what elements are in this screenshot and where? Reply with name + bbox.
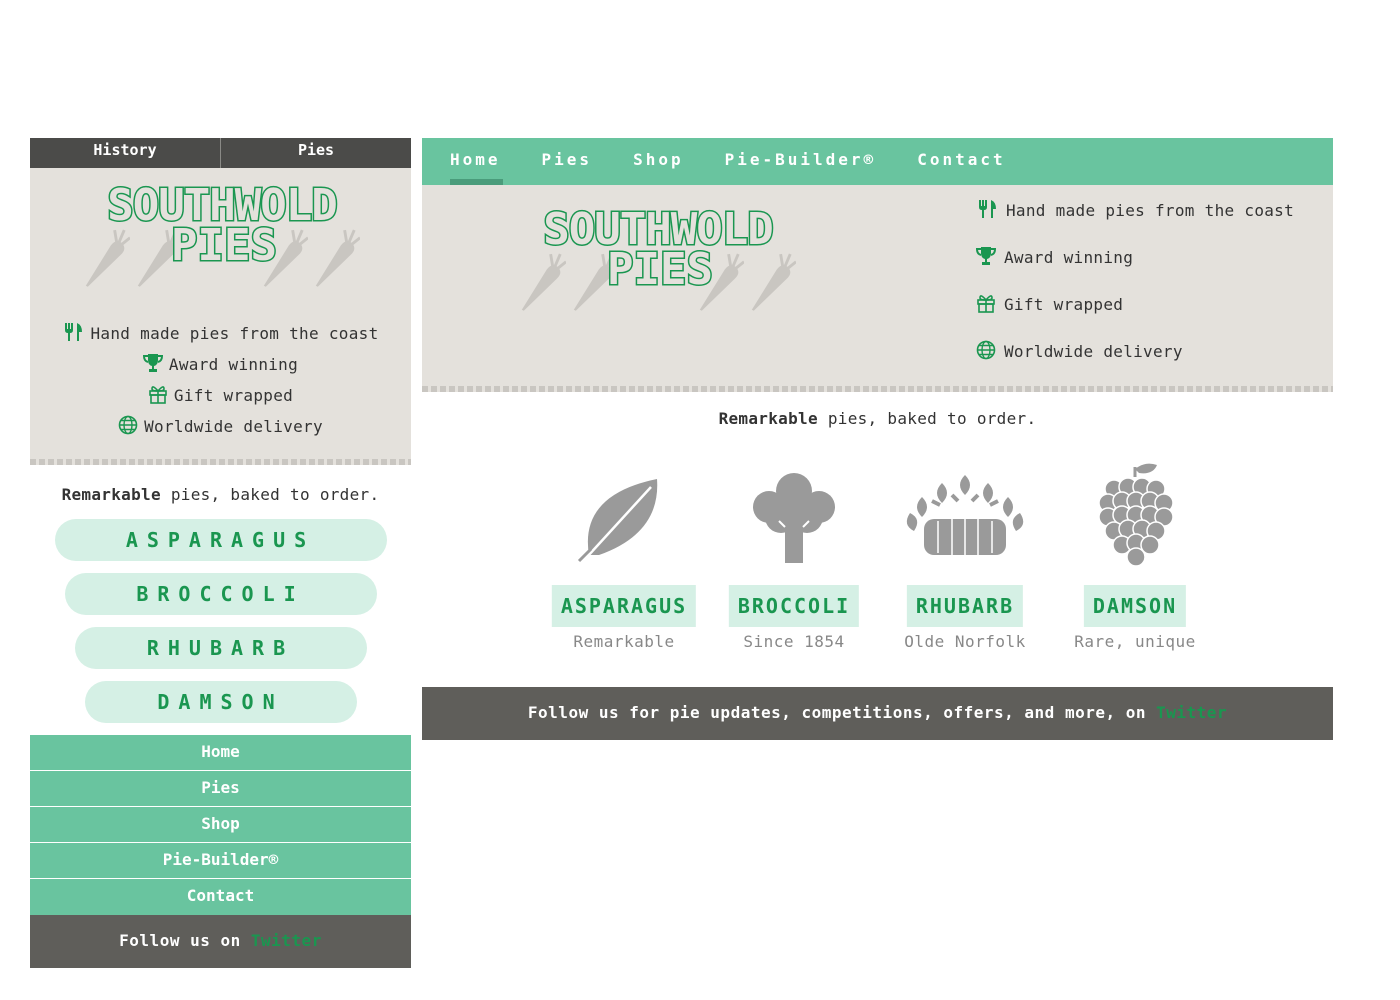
feature-item: Worldwide delivery — [976, 337, 1294, 384]
feature-text: Gift wrapped — [173, 386, 294, 405]
carrot-icon — [314, 228, 360, 288]
pie-showcase: ASPARAGUS Remarkable BROCCOLI Since 1854 — [422, 429, 1333, 687]
trophy-icon — [976, 246, 996, 266]
top-nav-pies[interactable]: Pies — [221, 138, 411, 168]
pie-name: RHUBARB — [906, 585, 1024, 627]
feature-item: Award winning — [30, 349, 411, 380]
feature-item: Gift wrapped — [30, 380, 411, 411]
nav-contact[interactable]: Contact — [917, 138, 1005, 185]
globe-icon — [976, 340, 996, 360]
grapes-icon — [1098, 463, 1174, 567]
cutlery-icon — [62, 322, 84, 342]
desktop-feature-list: Hand made pies from the coast Award winn… — [976, 196, 1294, 384]
mobile-nav-contact[interactable]: Contact — [30, 879, 411, 915]
feature-text: Worldwide delivery — [1004, 342, 1183, 361]
feature-item: Award winning — [976, 243, 1294, 290]
nav-shop[interactable]: Shop — [633, 138, 684, 185]
feature-text: Worldwide delivery — [144, 417, 323, 436]
twitter-link[interactable]: Twitter — [251, 931, 322, 950]
pie-pill-damson[interactable]: DAMSON — [84, 681, 357, 723]
desktop-main-nav: Home Pies Shop Pie-Builder® Contact — [422, 138, 1333, 185]
desktop-follow-bar: Follow us for pie updates, competitions,… — [422, 687, 1333, 740]
feature-text: Hand made pies from the coast — [1006, 201, 1295, 220]
broccoli-icon — [753, 473, 835, 563]
carrot-icon — [750, 252, 796, 312]
mobile-feature-list: Hand made pies from the coast Award winn… — [30, 318, 411, 442]
pie-subtitle: Olde Norfolk — [904, 632, 1026, 651]
mobile-tagline: Remarkable pies, baked to order. — [30, 485, 411, 505]
mobile-nav-pie-builder[interactable]: Pie-Builder® — [30, 843, 411, 879]
pie-pill-broccoli[interactable]: BROCCOLI — [64, 573, 377, 615]
follow-text: Follow us on — [119, 931, 251, 950]
southwold-pies-logo[interactable]: SOUTHWOLD PIES — [518, 206, 808, 318]
top-nav-history[interactable]: History — [30, 138, 221, 168]
pie-subtitle: Since 1854 — [743, 632, 845, 651]
feature-item: Gift wrapped — [976, 290, 1294, 337]
pie-subtitle: Rare, unique — [1074, 632, 1196, 651]
tagline-bold: Remarkable — [61, 485, 161, 504]
gift-icon — [148, 384, 168, 404]
mobile-layout: History Pies SOUTHWOLD PIES Hand made pi… — [30, 138, 411, 968]
pie-pill-rhubarb[interactable]: RHUBARB — [74, 627, 367, 669]
mobile-top-nav: History Pies — [30, 138, 411, 168]
nav-pie-builder[interactable]: Pie-Builder® — [725, 138, 877, 185]
southwold-pies-logo[interactable]: SOUTHWOLD PIES — [82, 182, 362, 294]
feature-item: Worldwide delivery — [30, 411, 411, 442]
pie-name: DAMSON — [1083, 585, 1187, 627]
gift-icon — [976, 293, 996, 313]
desktop-header: SOUTHWOLD PIES Hand made pies from the c… — [422, 185, 1333, 392]
rhubarb-icon — [906, 475, 1024, 555]
feature-text: Award winning — [168, 355, 299, 374]
dotted-divider — [422, 386, 1333, 392]
trophy-icon — [143, 353, 163, 373]
pie-name: BROCCOLI — [728, 585, 860, 627]
feature-text: Gift wrapped — [1004, 295, 1124, 314]
mobile-follow-bar: Follow us on Twitter — [30, 915, 411, 968]
mobile-nav-shop[interactable]: Shop — [30, 807, 411, 843]
feature-text: Hand made pies from the coast — [90, 324, 379, 343]
tagline-rest: pies, baked to order. — [817, 409, 1037, 428]
globe-icon — [118, 415, 138, 435]
tagline-bold: Remarkable — [718, 409, 818, 428]
mobile-nav-home[interactable]: Home — [30, 735, 411, 771]
carrot-icon — [520, 252, 566, 312]
desktop-layout: Home Pies Shop Pie-Builder® Contact SOUT… — [422, 138, 1333, 740]
dotted-divider — [30, 459, 411, 465]
mobile-header: SOUTHWOLD PIES Hand made pies from the c… — [30, 168, 411, 465]
mobile-pie-list: ASPARAGUS BROCCOLI RHUBARB DAMSON — [30, 519, 411, 723]
twitter-link[interactable]: Twitter — [1156, 703, 1227, 722]
feature-item: Hand made pies from the coast — [976, 196, 1294, 243]
logo-line2: PIES — [171, 220, 277, 271]
tagline-rest: pies, baked to order. — [160, 485, 380, 504]
follow-text: Follow us for pie updates, competitions,… — [527, 703, 1157, 722]
logo-line2: PIES — [607, 244, 713, 295]
nav-home[interactable]: Home — [450, 138, 503, 185]
pie-pill-asparagus[interactable]: ASPARAGUS — [54, 519, 387, 561]
carrot-icon — [84, 228, 130, 288]
pie-subtitle: Remarkable — [573, 632, 675, 651]
mobile-nav-pies[interactable]: Pies — [30, 771, 411, 807]
feature-item: Hand made pies from the coast — [30, 318, 411, 349]
cutlery-icon — [976, 199, 998, 219]
mobile-main-nav: Home Pies Shop Pie-Builder® Contact — [30, 735, 411, 915]
leaf-icon — [577, 479, 658, 563]
desktop-tagline: Remarkable pies, baked to order. — [422, 409, 1333, 429]
feature-text: Award winning — [1004, 248, 1134, 267]
pie-name: ASPARAGUS — [551, 585, 697, 627]
nav-pies[interactable]: Pies — [542, 138, 593, 185]
